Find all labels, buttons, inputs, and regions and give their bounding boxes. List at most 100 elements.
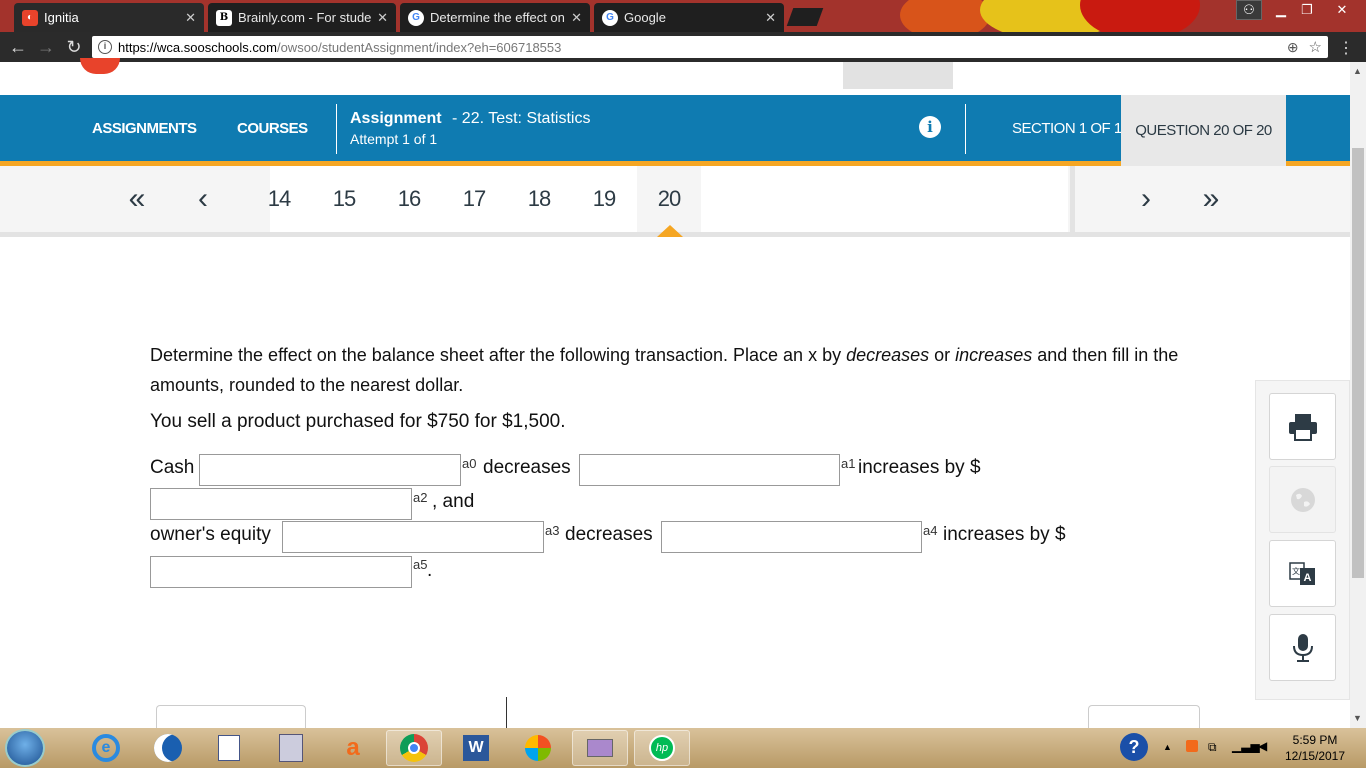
equity-decreases-field[interactable] — [282, 521, 544, 553]
cash-increases-field[interactable] — [579, 454, 840, 486]
scenario-text: You sell a product purchased for $750 fo… — [150, 411, 566, 432]
site-info-icon[interactable]: i — [98, 40, 112, 54]
taskbar-clock[interactable]: 5:59 PM 12/15/2017 — [1280, 732, 1350, 764]
question-number-18[interactable]: 18 — [507, 166, 571, 232]
header-nav-stub[interactable] — [843, 62, 953, 89]
instruction-emphasis: decreases — [846, 345, 930, 365]
windows-media-icon[interactable] — [510, 730, 566, 766]
close-tab-icon[interactable]: ✕ — [765, 10, 776, 26]
url-input[interactable]: i https://wca.sooschools.com/owsoo/stude… — [92, 36, 1328, 58]
tab-title: Ignitia — [44, 10, 79, 25]
volume-icon[interactable]: ◀ — [1258, 739, 1267, 753]
microphone-icon — [1292, 633, 1313, 662]
reload-icon[interactable]: ↻ — [60, 37, 88, 58]
question-indicator: QUESTION 20 OF 20 — [1121, 95, 1286, 166]
device-tray-icon[interactable]: ⧉ — [1208, 740, 1217, 755]
hp-icon[interactable]: hp — [634, 730, 690, 766]
clock-date: 12/15/2017 — [1284, 749, 1346, 763]
scroll-down-icon[interactable]: ▼ — [1353, 713, 1362, 723]
question-number-14[interactable]: 14 — [247, 166, 311, 232]
chrome-taskbar-icon[interactable] — [386, 730, 442, 766]
url-host: https://wca.sooschools.com — [118, 39, 277, 55]
and-label: , and — [432, 491, 475, 512]
increases-by-label: increases by $ — [943, 524, 1066, 545]
current-question-caret — [657, 225, 683, 237]
tab-google[interactable]: G Google ✕ — [594, 3, 784, 32]
section-indicator: SECTION 1 OF 1 — [1012, 119, 1122, 137]
brainly-icon: B — [216, 9, 232, 26]
question-number-16[interactable]: 16 — [377, 166, 441, 232]
paint-icon[interactable] — [572, 730, 628, 766]
close-tab-icon[interactable]: ✕ — [377, 10, 388, 26]
chrome-menu-icon[interactable]: ⋮ — [1338, 38, 1354, 58]
first-question-button[interactable]: « — [112, 166, 162, 232]
question-number-19[interactable]: 19 — [572, 166, 636, 232]
print-icon — [1288, 413, 1317, 441]
equity-amount-field[interactable] — [150, 556, 412, 588]
field-tag-a3: a3 — [545, 523, 560, 538]
close-tab-icon[interactable]: ✕ — [571, 10, 582, 26]
tab-ignitia[interactable]: ◐ Ignitia ✕ — [14, 3, 204, 32]
info-icon[interactable]: i — [919, 116, 941, 138]
avast-tray-icon[interactable] — [1186, 740, 1198, 752]
avast-icon[interactable]: a — [325, 730, 381, 766]
increases-by-label: increases by $ — [858, 457, 981, 478]
turn-it-in-button[interactable] — [1088, 705, 1200, 728]
scrollbar-thumb[interactable] — [1352, 148, 1364, 578]
moon-app-icon[interactable] — [140, 730, 196, 766]
close-window-button[interactable]: ✕ — [1322, 0, 1362, 20]
globe-button[interactable] — [1269, 466, 1336, 533]
instruction-text: Determine the effect on the balance shee… — [150, 345, 847, 365]
forward-icon[interactable]: → — [32, 37, 60, 58]
instruction-emphasis: increases — [955, 345, 1033, 365]
calculator-icon[interactable] — [263, 730, 319, 766]
start-button[interactable] — [5, 729, 45, 767]
clock-time: 5:59 PM — [1292, 733, 1338, 747]
decreases-label: decreases — [565, 524, 653, 545]
help-icon[interactable]: ? — [1120, 733, 1148, 761]
question-number-17[interactable]: 17 — [442, 166, 506, 232]
equity-increases-field[interactable] — [661, 521, 922, 553]
restore-button[interactable]: ❐ — [1292, 0, 1322, 20]
tab-determine[interactable]: G Determine the effect on ✕ — [400, 3, 590, 32]
decreases-label: decreases — [483, 457, 571, 478]
translate-button[interactable]: A 文 — [1269, 540, 1336, 607]
previous-question-button[interactable]: ‹ — [178, 166, 228, 232]
field-tag-a0: a0 — [462, 456, 477, 471]
show-hidden-icons[interactable]: ▲ — [1163, 742, 1172, 752]
next-question-button[interactable]: › — [1121, 166, 1171, 232]
divider — [1070, 166, 1075, 232]
tab-brainly[interactable]: B Brainly.com - For studen ✕ — [208, 3, 396, 32]
word-icon[interactable]: W — [448, 730, 504, 766]
cash-decreases-field[interactable] — [199, 454, 461, 486]
submit-answer-button[interactable] — [156, 705, 306, 728]
question-instructions: Determine the effect on the balance shee… — [150, 340, 1190, 400]
last-question-button[interactable]: » — [1186, 166, 1236, 232]
question-number-20[interactable]: 20 — [637, 166, 701, 232]
scroll-up-icon[interactable]: ▲ — [1353, 66, 1362, 76]
field-tag-a2: a2 — [413, 490, 428, 505]
bookmark-star-icon[interactable]: ☆ — [1309, 38, 1322, 56]
profile-icon[interactable]: ⚇ — [1236, 0, 1262, 20]
print-button[interactable] — [1269, 393, 1336, 460]
wordpad-icon[interactable] — [201, 730, 257, 766]
close-tab-icon[interactable]: ✕ — [185, 10, 196, 26]
internet-explorer-icon[interactable]: e — [78, 730, 134, 766]
field-tag-a5: a5 — [413, 557, 428, 572]
period: . — [427, 560, 433, 581]
cash-amount-field[interactable] — [150, 488, 412, 520]
network-icon[interactable]: ▁▃▅ — [1232, 739, 1260, 753]
back-icon[interactable]: ← — [4, 37, 32, 58]
nav-assignments[interactable]: ASSIGNMENTS — [92, 95, 197, 161]
owners-equity-label: owner's equity — [150, 524, 271, 545]
cash-label: Cash — [150, 457, 195, 478]
svg-text:A: A — [1303, 572, 1311, 584]
question-number-15[interactable]: 15 — [312, 166, 376, 232]
google-icon: G — [408, 9, 424, 26]
zoom-icon[interactable]: ⊕ — [1287, 39, 1299, 56]
microphone-button[interactable] — [1269, 614, 1336, 681]
nav-courses[interactable]: COURSES — [237, 95, 308, 161]
attempt-label: Attempt 1 of 1 — [350, 131, 438, 147]
divider — [336, 104, 337, 154]
translate-icon: A 文 — [1288, 561, 1315, 585]
